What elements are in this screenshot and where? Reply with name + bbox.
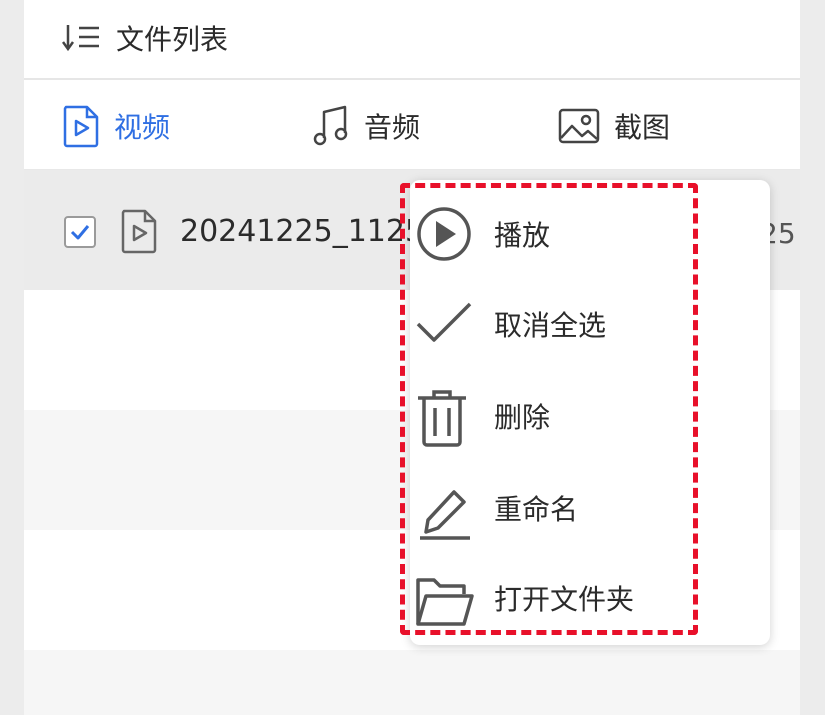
- pencil-icon: [414, 478, 474, 542]
- menu-item-label: 取消全选: [494, 309, 607, 342]
- row-checkbox[interactable]: [64, 216, 96, 248]
- media-tabs: 视频 音频 截图: [24, 82, 800, 170]
- menu-item-label: 打开文件夹: [494, 583, 635, 616]
- menu-item-delete[interactable]: 删除: [410, 372, 770, 464]
- video-file-icon: [120, 208, 158, 258]
- menu-item-label: 重命名: [494, 493, 579, 526]
- video-file-icon: [62, 104, 100, 148]
- tab-screenshot[interactable]: 截图: [558, 82, 670, 170]
- music-note-icon: [312, 104, 350, 148]
- file-list-header: 文件列表: [24, 0, 800, 80]
- menu-item-play[interactable]: 播放: [410, 190, 770, 282]
- menu-item-label: 删除: [494, 401, 551, 434]
- menu-item-open-folder[interactable]: 打开文件夹: [410, 554, 770, 646]
- list-item: [24, 650, 800, 715]
- folder-open-icon: [414, 568, 474, 632]
- page-title: 文件列表: [116, 23, 229, 56]
- tab-video[interactable]: 视频: [62, 82, 170, 170]
- tab-audio[interactable]: 音频: [312, 82, 420, 170]
- sort-list-icon[interactable]: [61, 22, 102, 54]
- tab-audio-label: 音频: [364, 111, 421, 144]
- menu-item-deselect-all[interactable]: 取消全选: [410, 280, 770, 372]
- checkmark-icon: [414, 294, 474, 358]
- file-name: 20241225_11254: [180, 214, 444, 249]
- trash-icon: [414, 386, 474, 450]
- tab-video-label: 视频: [114, 111, 171, 144]
- context-menu: 播放 取消全选 删除 重命名 打开文件夹: [410, 180, 770, 645]
- menu-item-rename[interactable]: 重命名: [410, 464, 770, 556]
- tab-screenshot-label: 截图: [614, 111, 671, 144]
- menu-item-label: 播放: [494, 219, 551, 252]
- image-icon: [558, 108, 600, 144]
- play-circle-icon: [414, 204, 474, 268]
